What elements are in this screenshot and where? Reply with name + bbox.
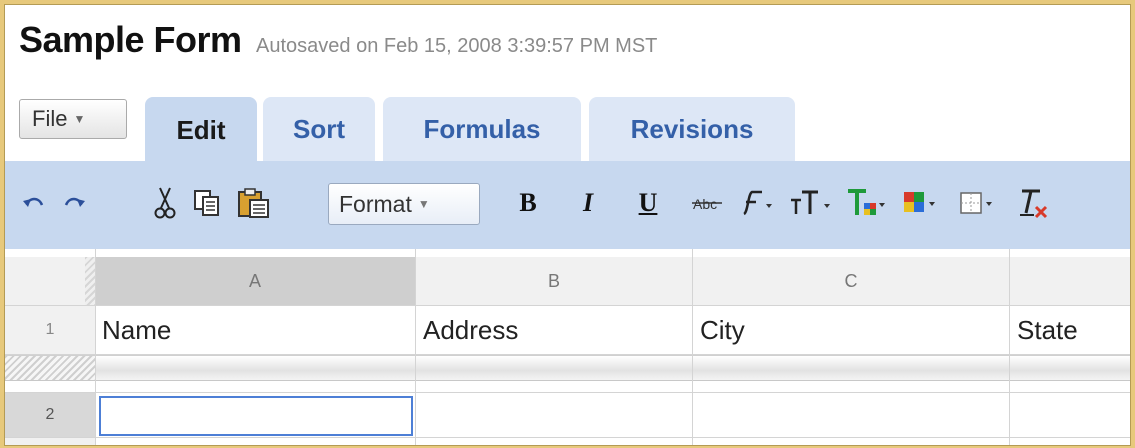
tab-sort-label: Sort [293, 113, 345, 144]
borders-icon[interactable] [955, 183, 999, 223]
tab-formulas[interactable]: Formulas [383, 97, 581, 161]
cell-a1[interactable]: Name [96, 306, 414, 354]
corner-header [5, 257, 85, 305]
grid-line [415, 249, 416, 445]
tab-revisions-label: Revisions [630, 113, 754, 144]
grid-line [1009, 249, 1010, 445]
document-header: Sample Form Autosaved on Feb 15, 2008 3:… [19, 19, 657, 69]
bold-button[interactable]: B [513, 183, 543, 223]
cell-a2-selected[interactable] [99, 396, 413, 436]
strikethrough-icon[interactable]: Abc [690, 183, 726, 223]
background-color-icon[interactable] [899, 183, 943, 223]
cell-c1[interactable]: City [694, 306, 1008, 354]
column-header-d[interactable] [1010, 257, 1130, 305]
cell-b1-text: Address [423, 314, 519, 345]
autosave-status: Autosaved on Feb 15, 2008 3:39:57 PM MST [256, 35, 658, 57]
underline-label: U [638, 188, 658, 217]
column-header-a[interactable]: A [95, 257, 415, 305]
column-header-b-label: B [547, 270, 560, 291]
cell-c2[interactable] [694, 393, 1008, 437]
row-header-2[interactable]: 2 [5, 393, 95, 437]
font-size-icon[interactable] [787, 183, 833, 223]
tab-edit-label: Edit [176, 114, 226, 145]
document-title[interactable]: Sample Form [19, 19, 242, 60]
italic-button[interactable]: I [573, 183, 603, 223]
spreadsheet-grid: A B C 1 Name Address City State 2 [5, 249, 1130, 445]
edit-toolbar: Format ▼ B I U Abc [5, 161, 1130, 249]
cell-b1[interactable]: Address [417, 306, 691, 354]
format-dropdown-label: Format [339, 190, 412, 217]
cut-icon[interactable] [150, 183, 180, 223]
column-header-c-label: C [844, 270, 858, 291]
cell-a1-text: Name [102, 314, 172, 345]
column-header-b[interactable]: B [416, 257, 692, 305]
column-header-c[interactable]: C [693, 257, 1009, 305]
text-color-icon[interactable] [843, 183, 887, 223]
app-window: Sample Form Autosaved on Feb 15, 2008 3:… [4, 4, 1131, 446]
frozen-column-handle[interactable] [85, 257, 95, 305]
paste-icon[interactable] [233, 183, 275, 223]
grid-line [5, 392, 1130, 393]
row-header-1-label: 1 [45, 321, 55, 338]
column-header-a-label: A [248, 270, 261, 291]
row-header-3-label: 3 [46, 445, 55, 446]
underline-button[interactable]: U [633, 183, 663, 223]
row-header-3[interactable]: 3 [5, 438, 95, 446]
row-header-2-label: 2 [45, 406, 55, 423]
grid-line [5, 354, 1130, 355]
grid-line [95, 249, 96, 445]
format-dropdown[interactable]: Format ▼ [328, 183, 480, 225]
tab-edit[interactable]: Edit [145, 97, 257, 163]
tab-formulas-label: Formulas [423, 113, 541, 144]
undo-icon[interactable] [19, 183, 49, 223]
row-header-1[interactable]: 1 [5, 306, 95, 354]
grid-line [5, 437, 1130, 438]
copy-icon[interactable] [189, 183, 225, 223]
bold-label: B [519, 188, 537, 217]
freeze-divider[interactable] [5, 355, 1130, 381]
chevron-down-icon: ▼ [417, 197, 430, 211]
freeze-handle[interactable] [5, 356, 95, 380]
italic-label: I [582, 188, 594, 217]
chevron-down-icon: ▼ [73, 112, 86, 126]
cell-d1-text: State [1017, 314, 1078, 345]
cell-d1[interactable]: State [1011, 306, 1129, 354]
grid-line [5, 305, 1130, 306]
cell-b2[interactable] [417, 393, 691, 437]
tab-sort[interactable]: Sort [263, 97, 375, 161]
svg-text:Abc: Abc [693, 196, 717, 212]
file-menu-label: File [32, 106, 68, 131]
tab-revisions[interactable]: Revisions [589, 97, 795, 161]
grid-line [692, 249, 693, 445]
font-family-icon[interactable] [733, 183, 775, 223]
redo-icon[interactable] [59, 183, 89, 223]
clear-format-icon[interactable] [1011, 183, 1055, 223]
file-menu-button[interactable]: File ▼ [19, 99, 127, 139]
cell-c1-text: City [700, 314, 745, 345]
